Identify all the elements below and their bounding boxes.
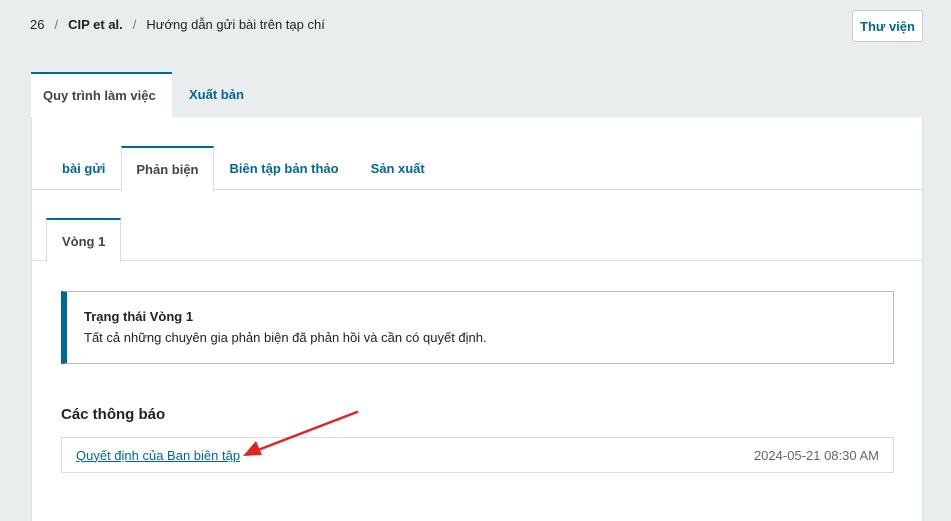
breadcrumb-title: Hướng dẫn gửi bài trên tạp chí [146,17,325,32]
notification-row: Quyết định của Ban biên tập 2024-05-21 0… [61,437,894,473]
tab-publication[interactable]: Xuất bản [172,72,261,117]
stage-tabs: bài gửi Phản biện Biên tập bản thảo Sản … [32,146,922,191]
workflow-panel: bài gửi Phản biện Biên tập bản thảo Sản … [31,117,923,521]
notifications-heading: Các thông báo [61,406,166,423]
tab-copyediting[interactable]: Biên tập bản thảo [214,146,355,190]
notification-date: 2024-05-21 08:30 AM [753,447,879,463]
breadcrumb-separator: / [132,17,137,32]
round-status-box: Trạng thái Vòng 1 Tất cả những chuyên gi… [61,291,894,364]
main-tabs: Quy trình làm việc Xuất bản [31,72,261,117]
breadcrumb-id[interactable]: 26 [30,17,44,32]
notification-link[interactable]: Quyết định của Ban biên tập [76,448,240,463]
round-tabs: Vòng 1 [32,218,922,262]
tab-production[interactable]: Sản xuất [355,146,441,190]
round-status-title: Trạng thái Vòng 1 [84,309,194,324]
tab-round-1[interactable]: Vòng 1 [46,218,122,262]
round-status-text: Tất cả những chuyên gia phản biện đã phả… [84,330,487,345]
tab-review[interactable]: Phản biện [121,146,214,191]
tab-workflow[interactable]: Quy trình làm việc [31,72,172,117]
breadcrumb-author: CIP et al. [68,17,123,32]
library-button[interactable]: Thư viện [852,10,923,42]
tab-submission[interactable]: bài gửi [46,146,121,190]
breadcrumb: 26 / CIP et al. / Hướng dẫn gửi bài trên… [30,17,325,32]
breadcrumb-separator: / [54,17,59,32]
